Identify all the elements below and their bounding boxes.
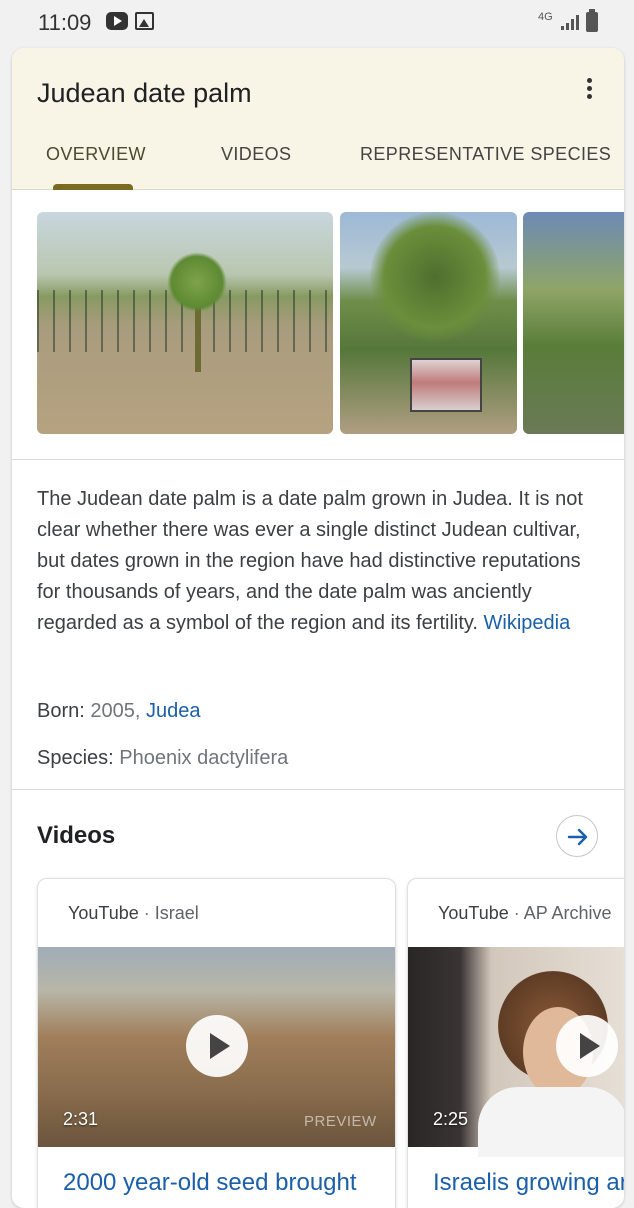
arrow-right-icon[interactable] [556, 815, 598, 857]
video-channel: AP Archive [523, 903, 612, 923]
image-palm-with-sign[interactable] [340, 212, 517, 434]
palm-crown-shape [370, 212, 500, 342]
image-palm-fenced[interactable] [37, 212, 333, 434]
video-duration: 2:25 [433, 1109, 469, 1129]
tab-representative-species[interactable]: REPRESENTATIVE SPECIES [360, 144, 611, 165]
video-source: YouTube · Israel [68, 903, 199, 923]
sign-shape [410, 358, 482, 412]
preview-label: PREVIEW [304, 1113, 377, 1130]
person-coat-shape [478, 1087, 624, 1157]
battery-icon [586, 9, 598, 32]
video-channel: Israel [154, 903, 199, 923]
video-duration: 2:31 [63, 1109, 99, 1129]
divider [12, 789, 624, 790]
play-icon[interactable] [556, 1015, 618, 1077]
panel-header: Judean date palm OVERVIEW VIDEOS REPRESE… [12, 48, 624, 190]
knowledge-panel: Judean date palm OVERVIEW VIDEOS REPRESE… [12, 48, 624, 1208]
status-bar: 11:09 4G [0, 0, 634, 44]
fact-species-value: Phoenix dactylifera [119, 747, 289, 769]
image-icon [135, 12, 154, 30]
video-thumbnail[interactable]: 2:31 PREVIEW [38, 947, 395, 1147]
status-time: 11:09 [38, 10, 92, 35]
fact-born-place-link[interactable]: Judea [146, 700, 201, 722]
video-source-site: YouTube [68, 903, 139, 923]
image-palm-closeup[interactable] [523, 212, 624, 434]
fact-born: Born: 2005, Judea [37, 700, 201, 723]
tab-videos[interactable]: VIDEOS [221, 144, 291, 165]
divider [12, 459, 624, 460]
video-source-site: YouTube [438, 903, 509, 923]
tab-overview[interactable]: OVERVIEW [46, 144, 146, 165]
video-title[interactable]: Israelis growing ar [433, 1169, 624, 1197]
wikipedia-link[interactable]: Wikipedia [484, 612, 571, 634]
network-icon: 4G [538, 11, 553, 23]
youtube-icon [106, 12, 128, 30]
fact-born-year: 2005, [90, 700, 141, 722]
fact-species: Species: Phoenix dactylifera [37, 747, 288, 770]
panel-title: Judean date palm [37, 78, 252, 108]
video-card[interactable]: YouTube · AP Archive 2:25 Israelis growi… [407, 878, 624, 1208]
video-source: YouTube · AP Archive [438, 903, 612, 923]
fact-born-label: Born: [37, 700, 85, 722]
more-vert-icon[interactable] [580, 74, 600, 104]
description: The Judean date palm is a date palm grow… [37, 484, 607, 639]
videos-heading: Videos [37, 822, 116, 849]
video-title[interactable]: 2000 year-old seed brought [63, 1169, 357, 1197]
active-tab-indicator [53, 184, 133, 190]
signal-icon [561, 14, 581, 30]
fact-species-label: Species: [37, 747, 114, 769]
play-icon[interactable] [186, 1015, 248, 1077]
video-thumbnail[interactable]: 2:25 [408, 947, 624, 1157]
video-card[interactable]: YouTube · Israel 2:31 PREVIEW 2000 year-… [37, 878, 396, 1208]
young-palm-shape [167, 252, 227, 372]
